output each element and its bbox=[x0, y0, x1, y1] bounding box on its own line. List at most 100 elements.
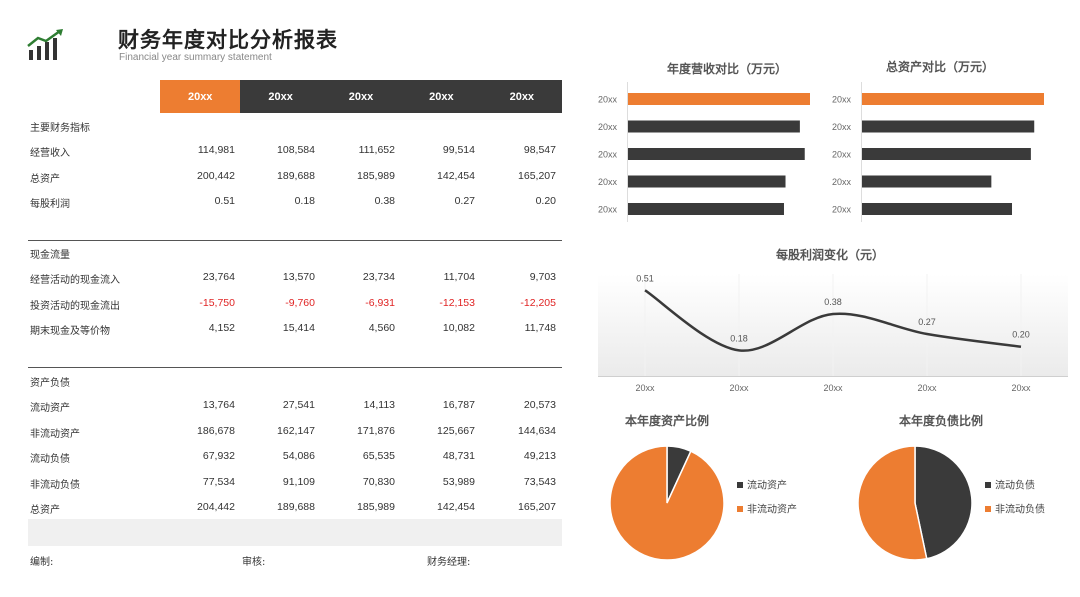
asset-ratio-pie: 流动资产非流动资产 bbox=[609, 445, 797, 561]
table-cell: -12,205 bbox=[520, 296, 556, 309]
liability-ratio-title: 本年度负债比例 bbox=[898, 414, 983, 428]
table-cell: 142,454 bbox=[437, 501, 475, 513]
table-cell: 15,414 bbox=[282, 322, 315, 334]
reviewer-label: 审核: bbox=[242, 557, 266, 568]
bar-category-label: 20xx bbox=[598, 150, 618, 160]
row-label: 总资产 bbox=[30, 505, 60, 516]
liability-ratio-pie: 流动负债非流动负债 bbox=[857, 445, 1045, 561]
table-cell: 10,082 bbox=[442, 322, 475, 334]
table-row: 非流动负债 77,534 91,109 70,830 53,989 73,543 bbox=[30, 473, 562, 493]
x-tick-label: 20xx bbox=[729, 383, 749, 393]
table-cell: 108,584 bbox=[277, 144, 315, 156]
table-cell: 14,113 bbox=[363, 399, 395, 411]
table-cell: 13,764 bbox=[202, 399, 235, 411]
row-label: 期末现金及等价物 bbox=[30, 326, 110, 337]
table-row: 投资活动的现金流出 -15,750 -9,760 -6,931 -12,153 -12,2… bbox=[30, 294, 562, 314]
table-cell: 65,535 bbox=[362, 450, 395, 462]
table-row: 经营收入 114,981 108,584 111,652 99,514 98,547 bbox=[30, 141, 562, 161]
table-cell: 53,989 bbox=[442, 475, 475, 488]
table-row: 非流动资产 186,678 162,147 171,876 125,667 144,634 bbox=[30, 422, 562, 442]
table-cell: 48,731 bbox=[442, 450, 475, 462]
row-label: 非流动资产 bbox=[30, 428, 80, 440]
table-cell: 171,876 bbox=[357, 424, 395, 437]
bar-mark bbox=[862, 175, 992, 188]
legend-label: 流动负债 bbox=[995, 479, 1035, 492]
table-cell: 0.38 bbox=[374, 195, 395, 207]
table-row: 流动负债 67,932 54,086 65,535 48,731 49,213 bbox=[30, 447, 562, 467]
bar-category-label: 20xx bbox=[832, 122, 852, 132]
revenue-bar-chart: 20xx 20xx 20xx 20xx 20xx bbox=[598, 82, 810, 222]
table-cell: 67,932 bbox=[202, 450, 235, 462]
row-label: 每股利润 bbox=[30, 199, 70, 210]
row-label: 流动负债 bbox=[30, 454, 70, 465]
table-cell: 165,207 bbox=[518, 501, 556, 513]
section-divider bbox=[28, 240, 562, 241]
table-cell: 23,734 bbox=[362, 271, 395, 283]
table-cell: 70,830 bbox=[362, 475, 395, 488]
year-header: 20xx bbox=[160, 80, 241, 113]
pie-slice bbox=[609, 445, 725, 561]
page-title: 财务年度对比分析报表 bbox=[118, 28, 338, 52]
bar-category-label: 20xx bbox=[598, 122, 618, 132]
table-cell: 0.27 bbox=[454, 195, 475, 207]
editor-label: 编制: bbox=[30, 557, 54, 568]
table-cell: 98,547 bbox=[523, 144, 556, 156]
table-cell: 111,652 bbox=[358, 144, 395, 156]
assets-bar-chart: 20xx 20xx 20xx 20xx 20xx bbox=[832, 82, 1044, 222]
bar-mark bbox=[628, 148, 805, 160]
eps-line-chart: 0.51 20xx 0.18 20xx 0.38 20xx 0.27 20xx 0.20 20xx bbox=[598, 273, 1068, 393]
table-cell: 16,787 bbox=[442, 399, 475, 411]
row-label: 经营收入 bbox=[30, 148, 70, 159]
table-row: 经营活动的现金流入 23,764 13,570 23,734 11,704 9,703 bbox=[30, 268, 562, 288]
row-label: 投资活动的现金流出 bbox=[30, 300, 120, 312]
table-cell: 142,454 bbox=[437, 169, 475, 182]
bar-mark bbox=[628, 93, 810, 105]
asset-ratio-title: 本年度资产比例 bbox=[624, 414, 709, 428]
table-cell: 162,147 bbox=[277, 424, 315, 437]
table-cell: 125,667 bbox=[437, 424, 475, 437]
bar-mark bbox=[862, 120, 1035, 133]
bar-category-label: 20xx bbox=[598, 205, 618, 215]
row-label: 流动资产 bbox=[30, 403, 70, 414]
table-cell: 185,989 bbox=[357, 169, 395, 182]
table-cell: 0.51 bbox=[214, 195, 235, 207]
table-cell: 9,703 bbox=[529, 271, 556, 283]
section-divider bbox=[28, 367, 562, 368]
table-cell: 114,981 bbox=[197, 144, 235, 156]
page-subtitle: Financial year summary statement bbox=[119, 52, 272, 63]
manager-label: 财务经理: bbox=[427, 557, 471, 568]
table-cell: 20,573 bbox=[523, 399, 556, 411]
section-label: 现金流量 bbox=[30, 250, 70, 261]
bar-mark bbox=[862, 93, 1044, 105]
year-header: 20xx bbox=[320, 80, 402, 113]
row-label: 非流动负债 bbox=[30, 479, 80, 491]
x-tick-label: 20xx bbox=[917, 383, 937, 393]
legend-swatch bbox=[737, 506, 743, 512]
table-cell: 73,543 bbox=[523, 475, 556, 488]
table-cell: 91,109 bbox=[282, 475, 315, 488]
legend-swatch bbox=[737, 482, 743, 488]
table-cell: -12,153 bbox=[439, 296, 475, 309]
table-cell: 4,560 bbox=[368, 322, 395, 334]
table-cell: 11,748 bbox=[524, 322, 556, 334]
table-cell: 204,442 bbox=[197, 501, 235, 513]
table-footer-band bbox=[28, 519, 562, 546]
table-cell: 189,688 bbox=[277, 169, 315, 182]
x-tick-label: 20xx bbox=[1011, 383, 1031, 393]
chart-logo-icon bbox=[27, 29, 63, 60]
table-row: 每股利润 0.51 0.18 0.38 0.27 0.20 bbox=[30, 192, 562, 212]
table-cell: 0.18 bbox=[294, 195, 315, 207]
table-row: 总资产 200,442 189,688 185,989 142,454 165,207 bbox=[30, 167, 562, 187]
table-cell: 165,207 bbox=[518, 169, 556, 182]
section-label: 资产负债 bbox=[30, 378, 70, 389]
table-cell: 189,688 bbox=[277, 501, 315, 513]
legend-label: 非流动资产 bbox=[747, 503, 797, 516]
legend-swatch bbox=[985, 482, 991, 488]
table-row: 总资产 204,442 189,688 185,989 142,454 165,207 bbox=[30, 498, 562, 518]
row-label: 经营活动的现金流入 bbox=[30, 275, 120, 286]
section-label: 主要财务指标 bbox=[30, 123, 90, 134]
eps-chart-title: 每股利润变化（元） bbox=[775, 248, 884, 262]
x-tick-label: 20xx bbox=[635, 383, 655, 393]
bar-category-label: 20xx bbox=[598, 95, 618, 105]
year-header: 20xx bbox=[401, 80, 482, 113]
